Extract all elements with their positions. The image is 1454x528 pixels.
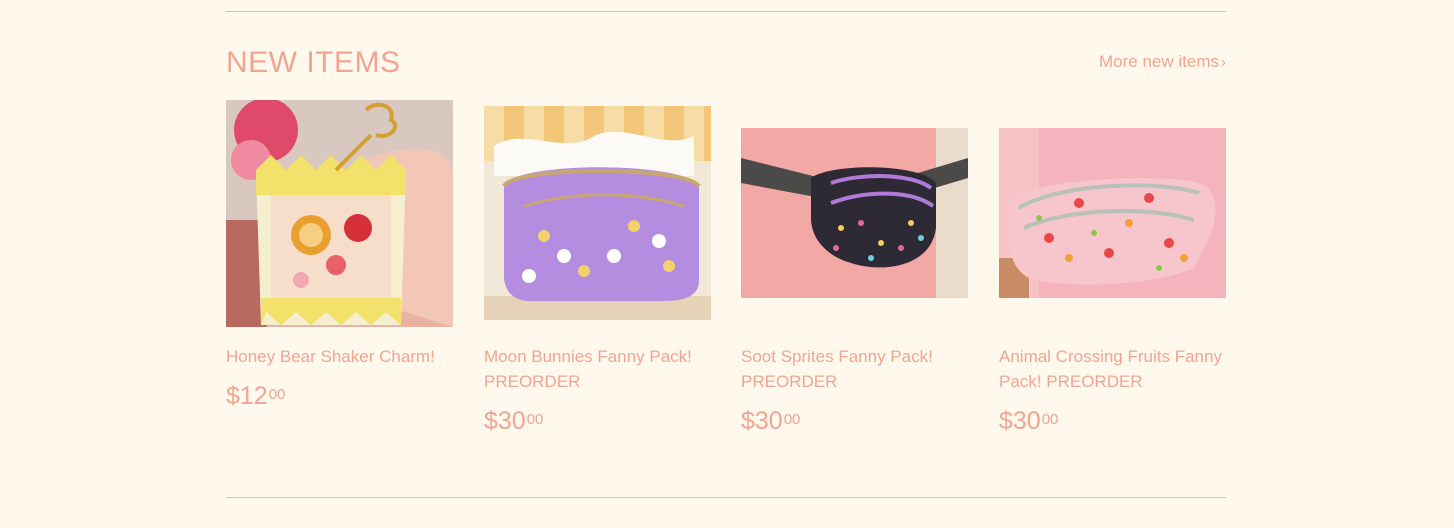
product-image-link[interactable] <box>999 100 1226 327</box>
purple-fanny-pack-photo <box>484 106 711 320</box>
product-price: $1200 <box>226 382 285 411</box>
product-title[interactable]: Moon Bunnies Fanny Pack! PREORDER <box>484 344 711 394</box>
product-card[interactable]: Animal Crossing Fruits Fanny Pack! PREOR… <box>999 100 1226 435</box>
price-main: $30 <box>484 407 526 435</box>
product-title[interactable]: Soot Sprites Fanny Pack! PREORDER <box>741 344 968 394</box>
section-title: NEW ITEMS <box>226 46 401 79</box>
product-image-link[interactable] <box>226 100 453 327</box>
product-image-link[interactable] <box>741 100 968 327</box>
more-new-items-label: More new items <box>1099 52 1219 71</box>
product-card[interactable]: Moon Bunnies Fanny Pack! PREORDER $3000 <box>484 100 711 435</box>
product-title[interactable]: Animal Crossing Fruits Fanny Pack! PREOR… <box>999 344 1226 394</box>
product-image-link[interactable] <box>484 100 711 327</box>
product-card[interactable]: Soot Sprites Fanny Pack! PREORDER $3000 <box>741 100 968 435</box>
top-divider <box>226 11 1226 12</box>
price-cents: 00 <box>268 386 286 403</box>
price-main: $30 <box>741 407 783 435</box>
black-fanny-pack-photo <box>741 128 968 298</box>
price-cents: 00 <box>526 411 544 428</box>
product-price: $3000 <box>484 407 543 436</box>
chevron-right-icon: › <box>1221 54 1226 71</box>
bottom-divider <box>226 497 1226 498</box>
product-price: $3000 <box>741 407 800 436</box>
pink-fanny-pack-photo <box>999 128 1226 298</box>
price-main: $12 <box>226 382 268 410</box>
product-title[interactable]: Honey Bear Shaker Charm! <box>226 344 453 369</box>
price-cents: 00 <box>1041 411 1059 428</box>
more-new-items-link[interactable]: More new items › <box>1099 52 1226 72</box>
product-grid: Honey Bear Shaker Charm! $1200 Moon Bunn… <box>226 100 1226 460</box>
shaker-charm-photo <box>226 100 453 327</box>
product-card[interactable]: Honey Bear Shaker Charm! $1200 <box>226 100 453 410</box>
product-price: $3000 <box>999 407 1058 436</box>
price-cents: 00 <box>783 411 801 428</box>
price-main: $30 <box>999 407 1041 435</box>
